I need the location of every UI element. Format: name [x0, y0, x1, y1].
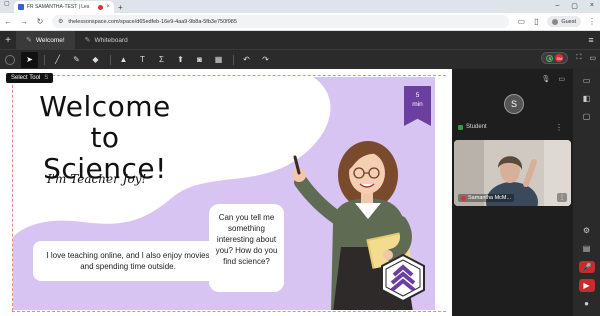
video-name-text: Samantha McM... — [468, 195, 512, 201]
welcome-slide[interactable]: Welcome to Science! I'm Teacher Joy! 5 m… — [13, 77, 435, 310]
slide-title: Welcome to Science! — [21, 91, 189, 184]
tab-welcome-label: Welcome! — [35, 36, 65, 44]
recording-icon — [98, 4, 104, 10]
video-off-icon[interactable]: ▭ — [558, 75, 565, 83]
new-tab-button[interactable]: + — [118, 3, 123, 12]
pen-tool-icon[interactable]: ╱ — [49, 52, 66, 68]
browser-menu-icon[interactable]: ⋮ — [588, 17, 596, 26]
select-tool-icon[interactable]: ➤ — [21, 51, 38, 68]
participant-avatar-s: S — [546, 54, 554, 62]
tooltip-label: Select Tool — [11, 75, 41, 81]
video-more-icon[interactable]: ⋮ — [557, 193, 567, 202]
tab-welcome[interactable]: ✎ Welcome! — [16, 31, 75, 49]
profile-avatar-icon — [552, 18, 559, 25]
shapes-tool-icon[interactable]: ▲ — [115, 52, 132, 68]
question-bubble: Can you tell me something interesting ab… — [209, 204, 284, 292]
reload-icon[interactable]: ↻ — [36, 17, 44, 26]
browser-tab[interactable]: FR SAMANTHA-TEST | Les × — [14, 1, 114, 13]
camera-in-use-icon[interactable]: ▭ — [517, 17, 526, 26]
webcam-video-tile[interactable]: Samantha McM... ⋮ — [454, 140, 571, 206]
window-controls: – ▢ × — [555, 2, 594, 10]
student-more-icon[interactable]: ⋮ — [555, 123, 563, 132]
url-field[interactable]: ⚙ thelessonspace.com/space/d65edfeb-16e9… — [52, 15, 510, 28]
profile-label: Guest — [561, 18, 576, 25]
toolbar-divider — [110, 54, 111, 65]
intro-bubble: I love teaching online, and I also enjoy… — [33, 241, 223, 281]
student-avatar: S — [504, 94, 524, 114]
tab-whiteboard[interactable]: ✎ Whiteboard — [75, 31, 138, 49]
slide-title-line1: Welcome to — [39, 90, 171, 154]
collapse-icon[interactable]: ▭ — [589, 54, 596, 62]
video-name-label: Samantha McM... — [458, 194, 515, 202]
minimize-icon[interactable]: – — [555, 2, 559, 10]
page-boundary — [12, 75, 446, 76]
tooltip-shortcut: S — [44, 75, 49, 81]
tab-whiteboard-label: Whiteboard — [94, 36, 128, 44]
participants-panel: 🎙 ▭ S Student ⋮ Samantha McM... ⋮ — [452, 69, 573, 316]
toolbar-divider — [233, 54, 234, 65]
duration-unit: min — [412, 101, 423, 108]
online-status-icon — [458, 124, 463, 130]
camera-off-button[interactable]: ▶ — [578, 279, 595, 292]
mic-muted-button[interactable]: 🎤 — [578, 260, 595, 274]
screen-share-icon[interactable]: ▢ — [579, 111, 595, 123]
participant-avatar-sm: SM — [555, 54, 564, 62]
eraser-tool-icon[interactable]: ◆ — [87, 52, 104, 68]
whiteboard-tab-icon: ✎ — [26, 37, 32, 44]
camera-tool-icon[interactable]: ◙ — [191, 52, 208, 68]
mute-all-icon[interactable]: 🎙 — [541, 75, 550, 83]
space-tab-bar: + ✎ Welcome! ✎ Whiteboard ≡ — [0, 31, 600, 49]
student-row: Student — [458, 124, 487, 130]
select-tool-tooltip: Select Tool S — [6, 73, 54, 83]
sidepanel-icon[interactable]: ▯ — [532, 17, 540, 26]
muted-mic-icon — [461, 195, 466, 201]
math-tool-icon[interactable]: Σ — [153, 52, 170, 68]
page-boundary — [12, 311, 446, 312]
close-window-icon[interactable]: × — [590, 2, 594, 10]
undo-icon[interactable]: ↶ — [238, 52, 255, 68]
address-bar: ← → ↻ ⚙ thelessonspace.com/space/d65edfe… — [0, 13, 600, 31]
chat-icon[interactable]: ▤ — [579, 243, 595, 255]
whiteboard-canvas[interactable]: Welcome to Science! I'm Teacher Joy! 5 m… — [0, 69, 452, 316]
video-grid-icon[interactable]: ▭ — [579, 74, 595, 86]
brand-hexagon-logo — [381, 253, 425, 303]
toolbar-divider — [44, 54, 45, 65]
site-info-icon[interactable]: ⚙ — [58, 18, 63, 25]
right-sidebar: ▭ ◧ ▢ ⚙ ▤ 🎤 ▶ ● — [573, 69, 600, 316]
settings-gear-icon[interactable]: ⚙ — [579, 224, 595, 236]
url-text: thelessonspace.com/space/d65edfeb-16e9-4… — [68, 18, 237, 25]
whiteboard-toolbar: ➤ ╱ ✎ ◆ ▲ T Σ ⬆ ◙ ▦ ↶ ↷ S SM ⛶ ▭ — [0, 49, 600, 69]
favicon-icon — [18, 4, 24, 10]
profile-button[interactable]: Guest — [547, 16, 581, 27]
forward-icon[interactable]: → — [20, 17, 28, 26]
messages-icon[interactable]: ● — [579, 298, 595, 310]
add-tab-button[interactable]: + — [0, 31, 16, 49]
back-icon[interactable]: ← — [4, 17, 12, 26]
hamburger-menu-icon[interactable]: ≡ — [582, 31, 600, 49]
pencil-tool-icon[interactable]: ✎ — [68, 52, 85, 68]
student-label: Student — [466, 124, 487, 130]
upload-tool-icon[interactable]: ⬆ — [172, 52, 189, 68]
text-tool-icon[interactable]: T — [134, 52, 151, 68]
slide-subtitle: I'm Teacher Joy! — [47, 172, 147, 186]
tab-list-icon[interactable]: ▢ — [4, 0, 12, 8]
fit-screen-icon[interactable]: ⛶ — [576, 54, 581, 62]
redo-icon[interactable]: ↷ — [257, 52, 274, 68]
close-tab-icon[interactable]: × — [106, 4, 110, 10]
browser-tab-title: FR SAMANTHA-TEST | Les — [27, 4, 90, 10]
layout-icon[interactable]: ◧ — [579, 92, 595, 104]
color-picker[interactable] — [5, 54, 15, 65]
graph-tool-icon[interactable]: ▦ — [210, 52, 227, 68]
duration-value: 5 — [415, 92, 420, 99]
whiteboard-tab-icon: ✎ — [84, 37, 91, 44]
browser-tab-bar: ▢ FR SAMANTHA-TEST | Les × + – ▢ × — [0, 0, 600, 13]
participants-badge[interactable]: S SM — [541, 52, 569, 64]
maximize-icon[interactable]: ▢ — [571, 2, 578, 10]
